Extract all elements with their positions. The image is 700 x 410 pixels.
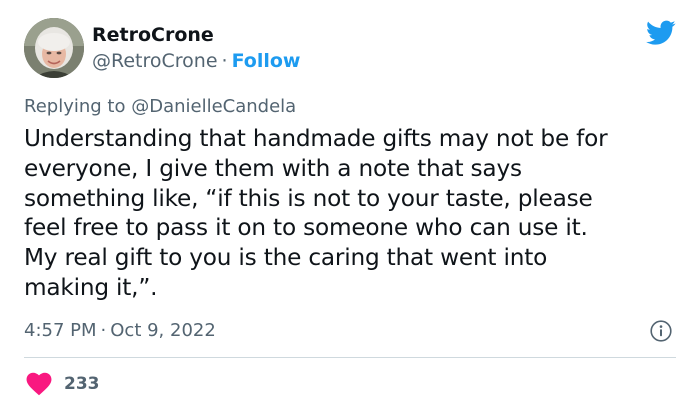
separator-dot: ·: [100, 320, 107, 341]
reply-prefix: Replying to: [24, 96, 126, 117]
reply-context: Replying to @DanielleCandela: [24, 95, 296, 119]
avatar[interactable]: [24, 18, 84, 78]
handle-row: @RetroCrone · Follow: [92, 49, 300, 73]
heart-icon[interactable]: [26, 372, 52, 396]
tweet-card: RetroCrone @RetroCrone · Follow Replying t…: [0, 0, 700, 410]
twitter-bird-icon[interactable]: [646, 20, 676, 46]
tweet-timestamp[interactable]: 4:57 PM · Oct 9, 2022: [24, 319, 216, 343]
display-name[interactable]: RetroCrone: [92, 23, 214, 47]
like-action[interactable]: 233: [24, 370, 100, 398]
tweet-text: Understanding that handmade gifts may no…: [24, 124, 692, 303]
tweet-text-line: My real gift to you is the caring that w…: [24, 244, 548, 272]
tweet-text-line: making it,”.: [24, 273, 158, 301]
tweet-text-line: Understanding that handmade gifts may no…: [24, 125, 608, 152]
avatar-photo: [24, 18, 84, 78]
tweet-text-line: something like, “if this is not to your …: [24, 184, 593, 212]
divider: [24, 357, 676, 358]
author-handle[interactable]: @RetroCrone: [92, 50, 218, 72]
tweet-date: Oct 9, 2022: [110, 320, 216, 341]
tweet-text-line: feel free to pass it on to someone who c…: [24, 214, 588, 242]
separator-dot: ·: [221, 50, 228, 72]
tweet-time: 4:57 PM: [24, 320, 97, 341]
tweet-text-line: everyone, I give them with a note that s…: [24, 154, 522, 182]
reply-mention[interactable]: @DanielleCandela: [131, 96, 296, 117]
follow-button[interactable]: Follow: [232, 50, 301, 72]
info-icon[interactable]: [650, 320, 672, 342]
like-count: 233: [64, 374, 100, 394]
